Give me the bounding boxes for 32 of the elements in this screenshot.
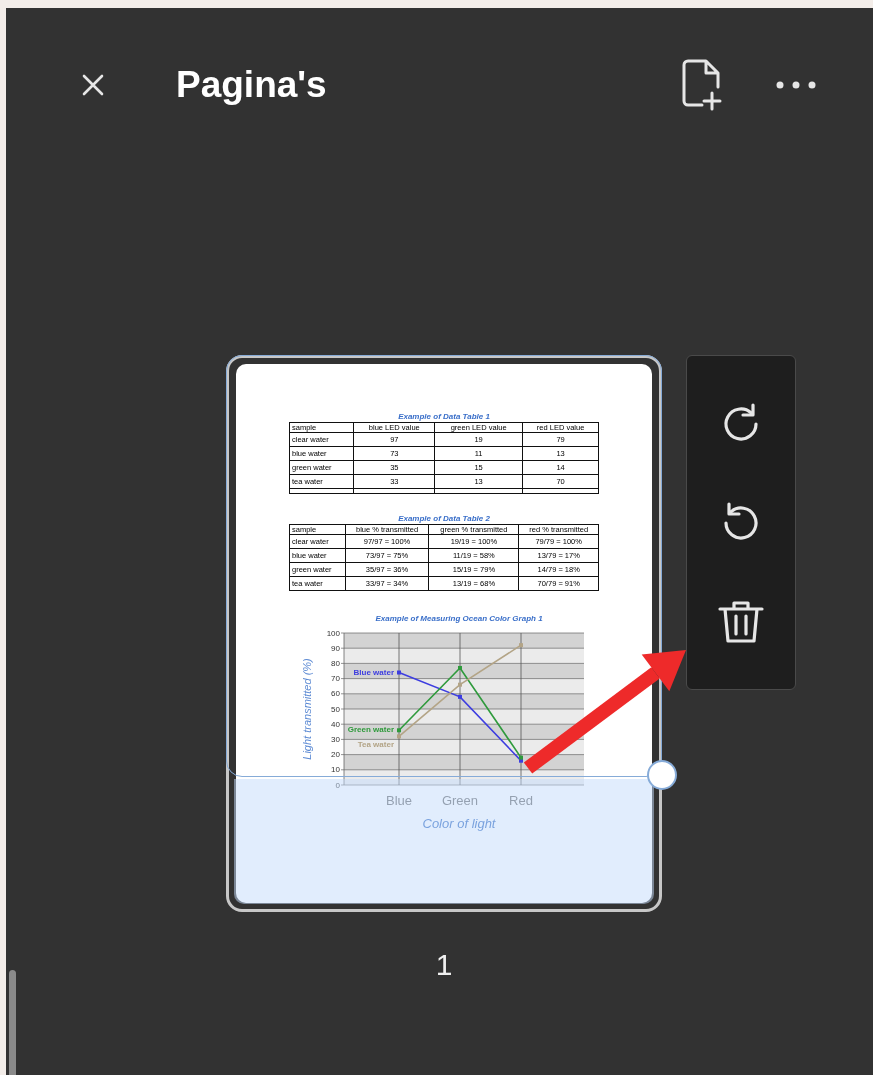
axis-tick-label: 30 bbox=[331, 734, 340, 744]
data-point bbox=[458, 665, 462, 670]
data-point bbox=[458, 682, 462, 687]
axis-tick-label: 50 bbox=[331, 704, 340, 714]
axis-category-label: Blue bbox=[386, 793, 412, 808]
axis-tick-label: 60 bbox=[331, 689, 340, 699]
table-title: Example of Data Table 2 bbox=[398, 514, 490, 523]
axis-tick-label: 80 bbox=[331, 658, 340, 668]
axis-tick-label: 70 bbox=[331, 674, 340, 684]
resize-handle[interactable] bbox=[647, 760, 677, 790]
chart-title: Example of Measuring Ocean Color Graph 1 bbox=[375, 614, 543, 623]
table-title: Example of Data Table 1 bbox=[398, 412, 490, 421]
axis-tick-label: 20 bbox=[331, 750, 340, 760]
data-point bbox=[519, 643, 523, 648]
page-number: 1 bbox=[435, 948, 453, 982]
axis-category-label: Red bbox=[509, 793, 533, 808]
axis-tick-label: 40 bbox=[331, 719, 340, 729]
series-label: Tea water bbox=[357, 740, 394, 750]
y-axis-title: Light transmitted (%) bbox=[301, 658, 313, 760]
axis-tick-label: 0 bbox=[335, 780, 340, 790]
panel-title: Pagina's bbox=[176, 64, 327, 106]
axis-tick-label: 100 bbox=[326, 628, 340, 638]
more-options-button[interactable] bbox=[775, 79, 817, 91]
data-point bbox=[458, 694, 462, 699]
axis-category-label: Green bbox=[441, 793, 479, 808]
axis-tick-label: 90 bbox=[331, 643, 340, 653]
x-axis-title: Color of light bbox=[422, 816, 496, 831]
axis-tick-label: 10 bbox=[331, 765, 340, 775]
scroll-bar[interactable] bbox=[9, 970, 16, 1075]
series-label: Blue water bbox=[353, 667, 394, 677]
series-label: Green water bbox=[347, 725, 394, 735]
data-point bbox=[397, 670, 401, 675]
